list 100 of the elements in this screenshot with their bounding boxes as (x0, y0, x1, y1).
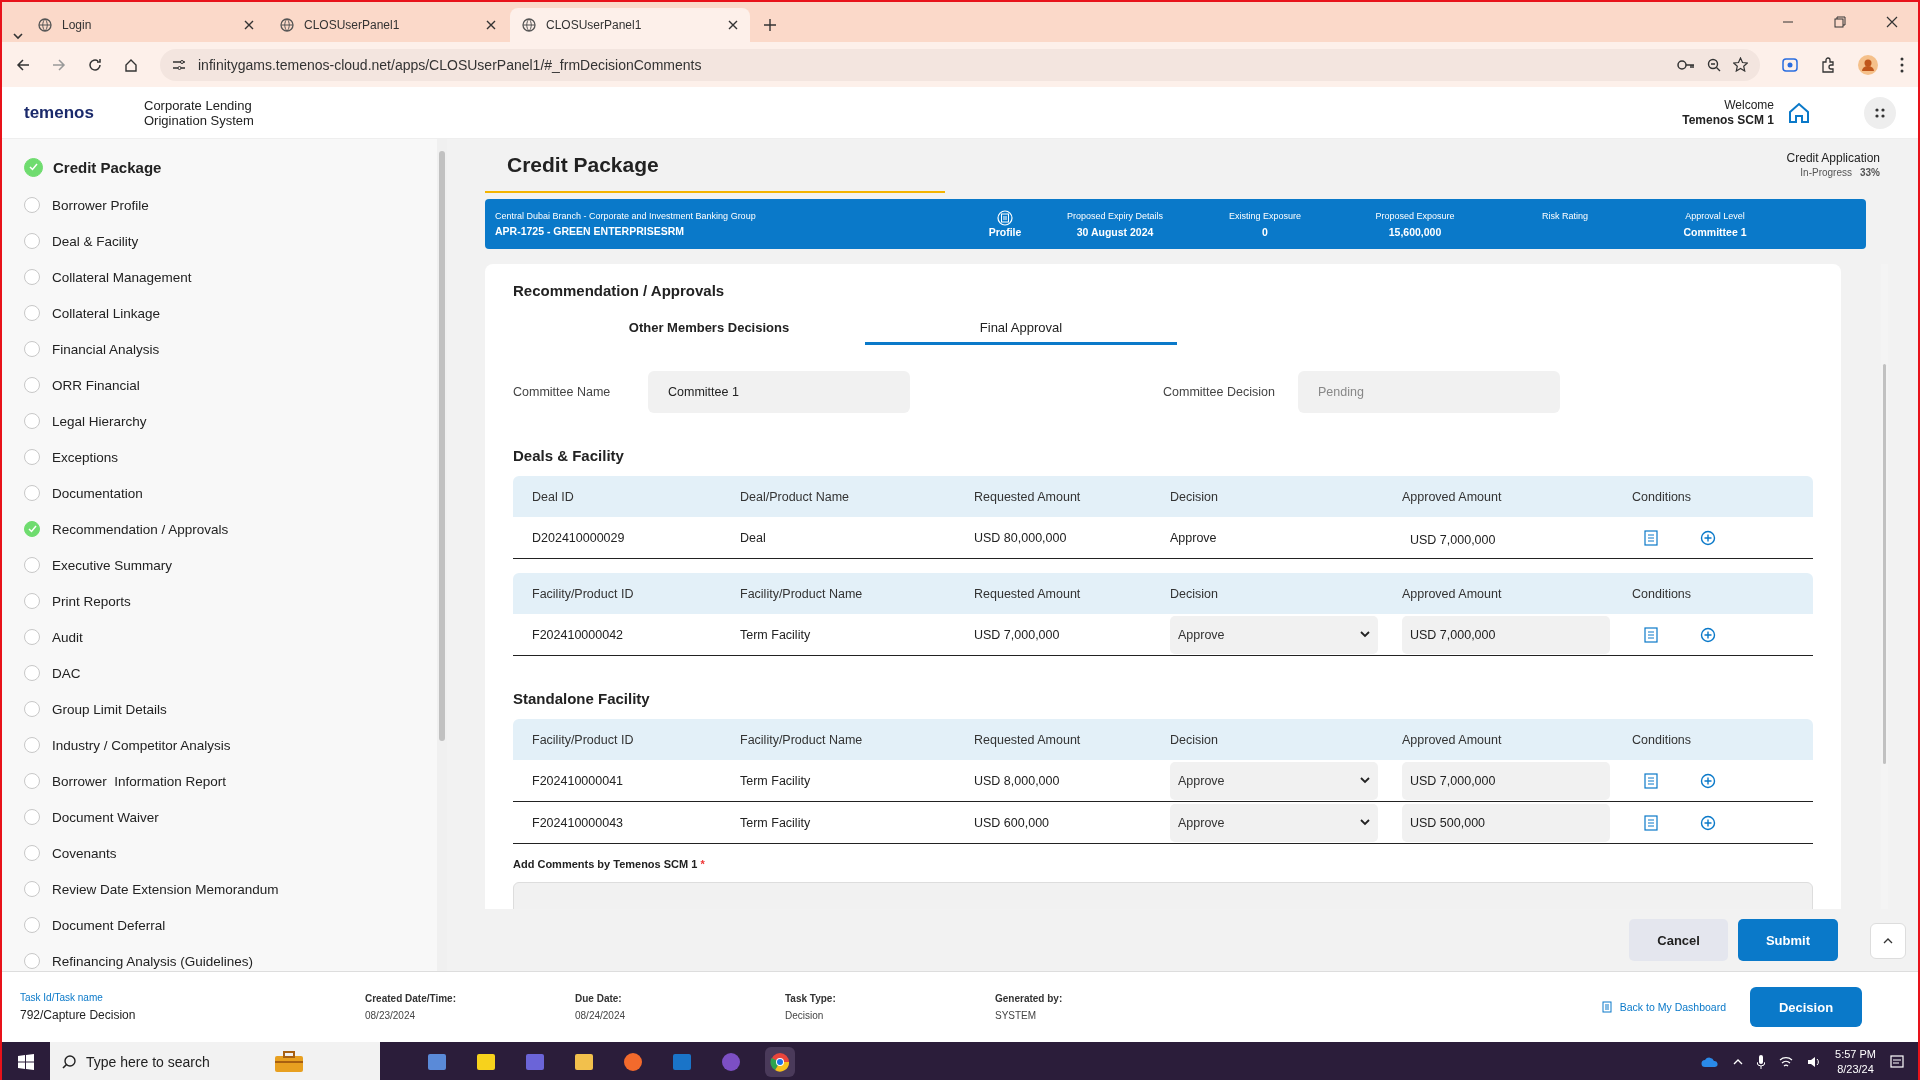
close-icon[interactable] (244, 20, 254, 30)
sidebar-item[interactable]: Review Date Extension Memorandum (52, 881, 279, 897)
sidebar-item[interactable]: Collateral Management (52, 269, 192, 285)
cancel-button[interactable]: Cancel (1629, 919, 1728, 961)
reload-icon[interactable] (88, 57, 102, 72)
decision-dropdown[interactable]: Approve (1170, 803, 1378, 842)
sidebar-item[interactable]: Print Reports (52, 593, 131, 609)
mail-app-icon[interactable] (672, 1052, 692, 1072)
back-link[interactable]: Back to My Dashboard (1601, 1001, 1726, 1013)
add-circle-icon[interactable] (1700, 814, 1716, 831)
wifi-icon[interactable] (1779, 1056, 1794, 1068)
microphone-icon[interactable] (1757, 1055, 1766, 1069)
sidebar-item[interactable]: Covenants (52, 845, 117, 861)
browser-app-icon[interactable] (770, 1052, 790, 1072)
sidebar-item[interactable]: Executive Summary (52, 557, 173, 573)
add-circle-icon[interactable] (1700, 772, 1716, 789)
page-title: Credit Package (485, 139, 945, 193)
sidebar-item[interactable]: ORR Financial (52, 377, 140, 393)
profile-icon[interactable] (997, 210, 1013, 226)
compass-app-icon[interactable] (623, 1052, 643, 1072)
task-link[interactable]: Task Id/Task name (20, 992, 365, 1003)
sidebar-item[interactable]: Document Deferral (52, 917, 166, 933)
sidebar-item[interactable]: Recommendation / Approvals (52, 521, 229, 537)
amount-field[interactable]: USD 7,000,000 (1402, 761, 1610, 800)
info-value: 08/24/2024 (575, 1010, 627, 1021)
windows-start-icon[interactable] (18, 1054, 34, 1070)
table-cell-text: F202410000041 (532, 773, 625, 788)
scrollbar-thumb[interactable] (1883, 364, 1886, 764)
column-header: Approved Amount (1402, 489, 1503, 504)
decision-dropdown[interactable]: Approve (1170, 615, 1378, 654)
extensions-icon[interactable] (1820, 56, 1836, 73)
speaker-icon[interactable] (1807, 1056, 1822, 1068)
sidebar-item[interactable]: Borrower Profile (52, 197, 149, 213)
sidebar-title: Credit Package (53, 158, 162, 176)
sidebar-item[interactable]: Deal & Facility (52, 233, 139, 249)
monitor-app-icon[interactable] (427, 1052, 447, 1072)
close-icon[interactable] (486, 20, 496, 30)
close-icon[interactable] (1886, 16, 1898, 28)
new-tab-icon[interactable] (764, 19, 776, 31)
octocat-app-icon[interactable] (721, 1052, 741, 1072)
sidebar-item[interactable]: Group Limit Details (52, 701, 167, 717)
info-value: 792/Capture Decision (20, 1008, 137, 1022)
sidebar-item[interactable]: Audit (52, 629, 83, 645)
column-header: Conditions (1632, 489, 1693, 504)
amount-field[interactable]: USD 7,000,000 (1402, 615, 1610, 654)
sidebar-item[interactable]: Collateral Linkage (52, 305, 161, 321)
key-icon[interactable] (1677, 58, 1695, 71)
add-circle-icon[interactable] (1700, 529, 1716, 546)
zoom-icon[interactable] (1707, 57, 1721, 72)
apps-menu-button[interactable] (1864, 96, 1896, 129)
field-label: Committee Name (513, 385, 612, 399)
section-tab[interactable]: Other Members Decisions (553, 313, 865, 345)
sidebar-item[interactable]: Refinancing Analysis (Guidelines) (52, 953, 254, 969)
home-icon[interactable] (124, 57, 138, 72)
star-icon[interactable] (1733, 57, 1748, 72)
cloud-icon[interactable] (1701, 1056, 1720, 1068)
sidebar-item[interactable]: DAC (52, 665, 81, 681)
sidebar-item[interactable]: Financial Analysis (52, 341, 160, 357)
back-icon[interactable] (16, 57, 30, 72)
close-icon[interactable] (728, 20, 738, 30)
sidebar-item[interactable]: Documentation (52, 485, 143, 501)
browser-tab[interactable]: Login (26, 8, 266, 42)
add-circle-icon[interactable] (1700, 626, 1716, 643)
sidebar-item[interactable]: Legal Hierarchy (52, 413, 147, 429)
more-menu-icon[interactable] (1900, 56, 1904, 73)
amount-field[interactable]: USD 500,000 (1402, 803, 1610, 842)
browser-tab[interactable]: CLOSUserPanel1 (268, 8, 508, 42)
chevron-up-icon[interactable] (1733, 1059, 1744, 1065)
notifications-icon[interactable] (1890, 1055, 1904, 1069)
team-app-icon[interactable] (525, 1052, 545, 1072)
info-label: Generated by: (995, 993, 1064, 1004)
submit-button[interactable]: Submit (1737, 919, 1838, 961)
scrollbar-thumb[interactable] (439, 151, 445, 741)
address-field[interactable]: infinitygams.temenos-cloud.net/apps/CLOSUserPanel1/#_frmDecisionComments (160, 48, 1760, 81)
document-icon (1601, 1001, 1612, 1013)
decision-button[interactable]: Decision (1750, 987, 1862, 1027)
search-icon (62, 1055, 76, 1069)
info-value: Decision (785, 1010, 825, 1021)
profile-link[interactable]: Profile (988, 226, 1022, 238)
profile-avatar-icon[interactable] (1858, 54, 1878, 75)
browser-tab[interactable]: CLOSUserPanel1 (510, 8, 750, 42)
column-header: Decision (1170, 586, 1219, 601)
sidebar-item[interactable]: Industry / Competitor Analysis (52, 737, 231, 753)
sidebar-item[interactable]: Exceptions (52, 449, 119, 465)
sidebar-item[interactable]: Document Waiver (52, 809, 159, 825)
screen-capture-icon[interactable] (1782, 57, 1798, 72)
comments-label: Add Comments by Temenos SCM 1 (513, 858, 698, 870)
folder-icon[interactable] (574, 1052, 594, 1072)
forward-icon[interactable] (52, 57, 66, 72)
summary-value: 30 August 2024 (1075, 225, 1155, 238)
section-tab[interactable]: Final Approval (865, 313, 1177, 345)
text-field[interactable]: Committee 1 (648, 371, 910, 413)
sticky-note-icon[interactable] (476, 1052, 496, 1072)
taskbar-search-field[interactable]: Type here to search (50, 1042, 380, 1080)
tab-list-icon[interactable] (12, 30, 24, 42)
column-header: Deal/Product Name (740, 489, 851, 504)
sidebar-item[interactable]: Borrower Information Report (52, 773, 227, 789)
restore-icon[interactable] (1834, 16, 1846, 28)
field-label: Committee Decision (1163, 385, 1276, 399)
decision-dropdown[interactable]: Approve (1170, 761, 1378, 800)
